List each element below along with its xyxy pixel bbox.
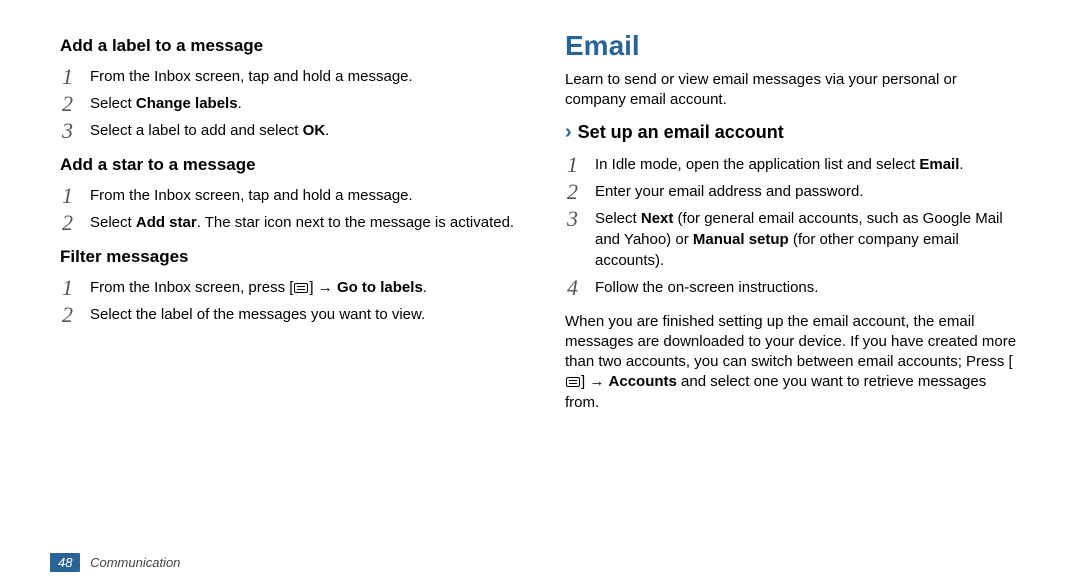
step-text: Follow the on-screen instructions. <box>595 279 818 296</box>
chapter-name: Communication <box>90 555 180 570</box>
text: . <box>325 122 329 139</box>
topic-filter: Filter messages <box>60 247 515 267</box>
steps-add-label: From the Inbox screen, tap and hold a me… <box>60 66 515 141</box>
text: ] → <box>581 373 609 390</box>
text: Select a label to add and select <box>90 122 303 139</box>
bold: Go to labels <box>337 279 423 296</box>
step: Select Change labels. <box>60 93 515 114</box>
bold: Accounts <box>609 373 677 390</box>
step: In Idle mode, open the application list … <box>565 154 1020 175</box>
text: ] → <box>309 279 337 296</box>
text: . <box>238 95 242 112</box>
intro-text: Learn to send or view email messages via… <box>565 70 1020 111</box>
text: When you are finished setting up the ema… <box>565 313 1016 371</box>
text: In Idle mode, open the application list … <box>595 156 919 173</box>
bold: OK <box>303 122 326 139</box>
topic-add-star: Add a star to a message <box>60 155 515 175</box>
text: . The star icon next to the message is a… <box>197 214 514 231</box>
topic-add-label: Add a label to a message <box>60 36 515 56</box>
closing-para: When you are finished setting up the ema… <box>565 312 1020 413</box>
step: From the Inbox screen, tap and hold a me… <box>60 66 515 87</box>
step: Select a label to add and select OK. <box>60 120 515 141</box>
section-title-email: Email <box>565 30 1020 62</box>
bold: Email <box>919 156 959 173</box>
text: . <box>959 156 963 173</box>
page: Add a label to a message From the Inbox … <box>0 0 1080 586</box>
subsection-label: Set up an email account <box>578 122 784 143</box>
subsection-setup: › Set up an email account <box>565 121 1020 144</box>
text: . <box>423 279 427 296</box>
step: Follow the on-screen instructions. <box>565 277 1020 298</box>
right-column: Email Learn to send or view email messag… <box>540 30 1030 576</box>
steps-add-star: From the Inbox screen, tap and hold a me… <box>60 185 515 233</box>
step-text: Select the label of the messages you wan… <box>90 306 425 323</box>
step-text: Enter your email address and password. <box>595 183 863 200</box>
bold: Manual setup <box>693 231 789 248</box>
step: Select the label of the messages you wan… <box>60 304 515 325</box>
page-number: 48 <box>50 553 80 572</box>
chevron-icon: › <box>565 121 572 144</box>
text: Select <box>90 95 136 112</box>
step: From the Inbox screen, tap and hold a me… <box>60 185 515 206</box>
bold: Change labels <box>136 95 238 112</box>
step: From the Inbox screen, press [ ] → Go to … <box>60 277 515 298</box>
bold: Add star <box>136 214 197 231</box>
left-column: Add a label to a message From the Inbox … <box>50 30 540 576</box>
step-text: From the Inbox screen, tap and hold a me… <box>90 68 413 85</box>
text: From the Inbox screen, press [ <box>90 279 293 296</box>
step: Select Add star. The star icon next to t… <box>60 212 515 233</box>
text: Select <box>595 210 641 227</box>
step: Enter your email address and password. <box>565 181 1020 202</box>
text: Select <box>90 214 136 231</box>
menu-icon <box>566 377 580 387</box>
step-text: From the Inbox screen, tap and hold a me… <box>90 187 413 204</box>
steps-filter: From the Inbox screen, press [ ] → Go to … <box>60 277 515 325</box>
menu-icon <box>294 283 308 293</box>
steps-setup: In Idle mode, open the application list … <box>565 154 1020 298</box>
footer: 48 Communication <box>50 555 180 570</box>
bold: Next <box>641 210 674 227</box>
step: Select Next (for general email accounts,… <box>565 208 1020 271</box>
